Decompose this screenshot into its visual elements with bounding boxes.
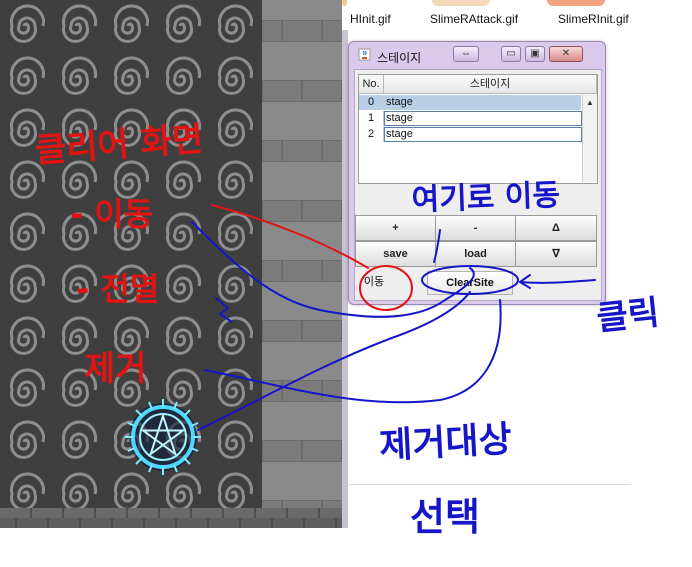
annotation-remove-target: 제거대상 [378,419,512,467]
annotation-move: - 이동 [70,195,153,233]
blue-line [191,221,475,318]
annotation-clear-screen: 클리어 화면 [34,119,205,171]
annotation-overlay: 클리어 화면 - 이동 - 전멸 제거 여기로 이동 클릭 제거대상 선택 [34,119,661,539]
blue-arrow [519,274,596,289]
annotation-move-here: 여기로 이동 [411,178,561,218]
red-arrow [211,204,369,269]
annotation-select: 선택 [410,495,480,539]
annotation-remove: 제거 [84,349,147,389]
red-circle [359,265,413,311]
annotation-click: 클릭 [595,293,661,339]
blue-scribble [215,297,233,323]
blue-circle [421,265,519,295]
blue-line [433,229,441,263]
annotation-all-clear: - 전멸 [76,270,159,308]
